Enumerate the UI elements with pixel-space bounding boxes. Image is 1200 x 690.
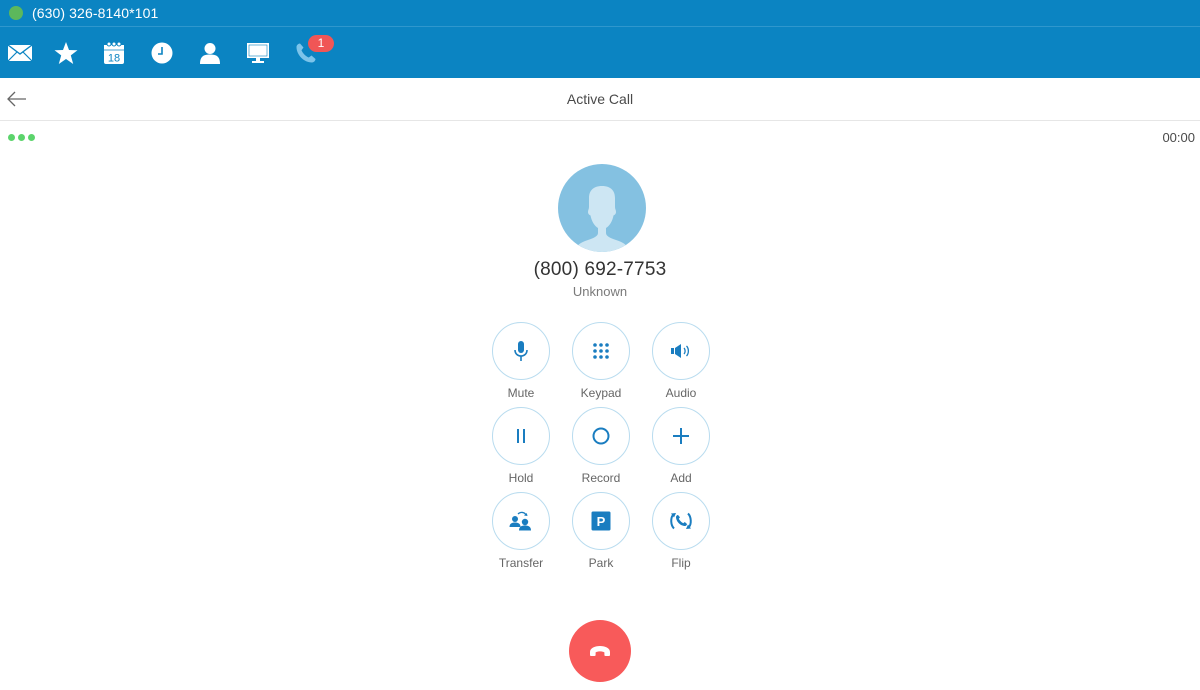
flip-button[interactable] — [652, 492, 710, 550]
person-icon — [200, 43, 220, 64]
keypad-label: Keypad — [580, 386, 622, 400]
park-button[interactable]: P — [572, 492, 630, 550]
hold-label: Hold — [508, 471, 534, 485]
hang-up-icon — [590, 646, 610, 656]
account-status-row: (630) 326-8140*101 — [0, 0, 1200, 27]
hold-control: Hold — [491, 407, 551, 485]
record-button[interactable] — [572, 407, 630, 465]
keypad-control: Keypad — [571, 322, 631, 400]
calendar-day: 18 — [108, 53, 120, 65]
mute-label: Mute — [507, 386, 535, 400]
person-silhouette-icon — [576, 186, 628, 252]
svg-text:P: P — [597, 514, 606, 529]
flip-control: Flip — [651, 492, 711, 570]
plus-icon — [673, 428, 689, 444]
page-title: Active Call — [566, 91, 634, 107]
signal-dot — [8, 134, 15, 141]
caller-avatar — [558, 164, 646, 252]
calendar-icon: 18 — [104, 41, 124, 65]
flip-label: Flip — [671, 556, 691, 570]
audio-control: Audio — [651, 322, 711, 400]
missed-calls-badge: 1 — [308, 35, 334, 52]
add-label: Add — [670, 471, 692, 485]
caller-number: (800) 692-7753 — [533, 259, 667, 280]
add-call-button[interactable] — [652, 407, 710, 465]
caller-name: Unknown — [572, 284, 628, 299]
transfer-control: Transfer — [491, 492, 551, 570]
keypad-icon — [593, 343, 609, 359]
pause-icon — [517, 429, 525, 443]
audio-button[interactable] — [652, 322, 710, 380]
hold-button[interactable] — [492, 407, 550, 465]
monitor-icon — [247, 43, 269, 63]
presence-status-indicator[interactable] — [9, 6, 23, 20]
transfer-button[interactable] — [492, 492, 550, 550]
record-label: Record — [581, 471, 621, 485]
page-header: Active Call — [0, 78, 1200, 121]
nav-favorites[interactable] — [46, 28, 86, 78]
park-label: Park — [588, 556, 614, 570]
nav-calls[interactable]: 1 — [286, 28, 334, 78]
microphone-icon — [514, 341, 528, 361]
mute-button[interactable] — [492, 322, 550, 380]
nav-history[interactable] — [142, 28, 182, 78]
signal-dot — [28, 134, 35, 141]
transfer-icon — [509, 511, 531, 531]
signal-dot — [18, 134, 25, 141]
nav-calendar[interactable]: 18 — [94, 28, 134, 78]
add-control: Add — [651, 407, 711, 485]
nav-messages[interactable] — [0, 28, 40, 78]
park-icon: P — [591, 511, 611, 531]
nav-screen[interactable] — [238, 28, 278, 78]
envelope-icon — [7, 44, 33, 62]
record-icon — [592, 427, 610, 445]
speaker-icon — [671, 344, 690, 358]
clock-icon — [151, 42, 173, 64]
transfer-label: Transfer — [498, 556, 544, 570]
park-control: P Park — [571, 492, 631, 570]
audio-label: Audio — [665, 386, 697, 400]
star-icon — [54, 42, 78, 64]
flip-icon — [670, 512, 692, 530]
nav-contacts[interactable] — [190, 28, 230, 78]
hang-up-button[interactable] — [569, 620, 631, 682]
account-label: (630) 326-8140*101 — [32, 5, 159, 21]
main-nav: 18 1 — [0, 28, 1200, 78]
call-quality-indicator — [8, 134, 35, 141]
keypad-button[interactable] — [572, 322, 630, 380]
record-control: Record — [571, 407, 631, 485]
top-bar: (630) 326-8140*101 18 1 — [0, 0, 1200, 78]
mute-control: Mute — [491, 322, 551, 400]
call-timer: 00:00 — [1162, 130, 1195, 145]
